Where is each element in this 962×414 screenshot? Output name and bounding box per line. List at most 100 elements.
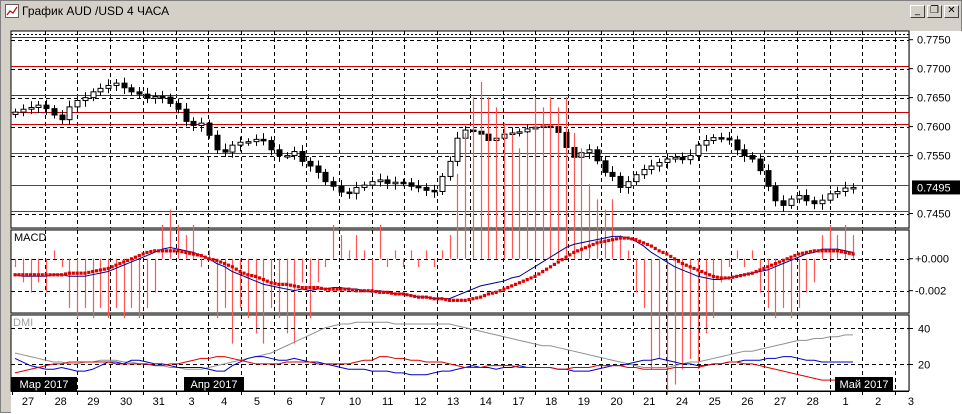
macd-signal-point <box>665 252 669 256</box>
macd-signal-point <box>510 284 514 288</box>
candle-body <box>703 140 710 146</box>
candle-body <box>229 144 236 153</box>
candle-body <box>190 120 197 126</box>
macd-signal-point <box>288 283 293 287</box>
candle-body <box>796 195 803 200</box>
time-tick-label: 10 <box>349 396 361 408</box>
macd-signal-point <box>444 297 448 302</box>
macd-signal-point <box>424 295 428 299</box>
candle-body <box>198 122 205 126</box>
candle-body <box>167 96 174 104</box>
macd-signal-point <box>607 238 611 243</box>
candle-body <box>35 104 42 108</box>
month-tag-label: Мар 2017 <box>19 379 68 391</box>
macd-signal-point <box>451 298 456 302</box>
time-tick-label: 19 <box>578 396 590 408</box>
macd-signal-point <box>56 273 60 277</box>
candle-body <box>431 189 438 193</box>
macd-signal-point <box>843 250 847 255</box>
candle-body <box>159 95 166 99</box>
macd-signal-point <box>48 273 52 277</box>
candle-body <box>524 128 531 133</box>
macd-signal-point <box>13 273 17 277</box>
macd-signal-point <box>642 241 646 245</box>
macd-signal-point <box>137 254 141 258</box>
macd-tick-label: -0.002 <box>915 286 946 298</box>
time-tick-label: 4 <box>221 396 227 408</box>
candle-body <box>765 170 772 187</box>
macd-signal-point <box>36 273 40 277</box>
macd-signal-point <box>199 254 203 258</box>
candle-body <box>516 131 523 134</box>
macd-signal-point <box>742 273 747 277</box>
time-tick-label: 30 <box>120 396 132 408</box>
time-tick-label: 26 <box>741 396 753 408</box>
candle-body <box>803 195 810 202</box>
macd-signal-point <box>610 238 615 242</box>
macd-signal-point <box>319 286 324 290</box>
macd-signal-point <box>52 273 56 277</box>
macd-signal-point <box>622 236 626 240</box>
macd-signal-point <box>475 296 479 300</box>
macd-signal-point <box>673 257 677 261</box>
price-tick-label: 0.7700 <box>917 64 951 76</box>
candle-body <box>369 181 376 186</box>
macd-signal-point <box>157 249 161 253</box>
macd-signal-point <box>300 285 304 290</box>
candle-body <box>648 165 655 170</box>
macd-signal-point <box>824 249 828 253</box>
price-tick-label: 0.7550 <box>917 151 951 163</box>
macd-title: MACD <box>14 232 46 244</box>
candle-body <box>43 104 50 110</box>
candle-body <box>144 93 151 99</box>
candle-body <box>214 134 221 151</box>
candle-body <box>291 151 298 157</box>
macd-signal-point <box>599 240 603 244</box>
month-tag-label: Апр 2017 <box>191 379 238 391</box>
macd-signal-point <box>226 263 231 267</box>
macd-signal-point <box>808 250 813 254</box>
candle-body <box>664 158 671 164</box>
macd-signal-point <box>281 282 285 286</box>
macd-signal-point <box>630 237 634 241</box>
macd-signal-point <box>781 258 785 263</box>
macd-signal-point <box>347 287 351 291</box>
macd-signal-point <box>731 275 735 279</box>
candle-body <box>757 158 764 172</box>
macd-signal-point <box>122 260 126 264</box>
candle-body <box>330 181 337 187</box>
macd-signal-point <box>25 273 29 277</box>
candle-body <box>346 191 353 195</box>
macd-signal-point <box>106 266 110 271</box>
candle-body <box>850 186 857 190</box>
macd-signal-point <box>568 253 572 257</box>
macd-signal-point <box>149 250 153 254</box>
macd-signal-point <box>312 285 316 290</box>
macd-signal-point <box>645 242 650 247</box>
time-tick-label: 27 <box>22 396 34 408</box>
time-tick-label: 3 <box>188 396 194 408</box>
macd-signal-point <box>832 249 836 253</box>
macd-signal-point <box>273 281 277 286</box>
macd-signal-point <box>98 268 103 272</box>
macd-signal-point <box>366 289 370 293</box>
candle-body <box>315 165 322 173</box>
candle-body <box>679 156 686 161</box>
macd-signal-point <box>172 249 176 253</box>
candle-body <box>594 149 601 162</box>
dmi-tick-label: 40 <box>918 324 930 336</box>
time-tick-label: 25 <box>709 396 721 408</box>
candle-body <box>842 187 849 192</box>
candle-body <box>276 149 283 157</box>
macd-signal-point <box>207 257 211 261</box>
macd-signal-point <box>785 257 789 261</box>
macd-signal-point <box>653 246 657 251</box>
macd-signal-point <box>448 298 452 302</box>
macd-signal-point <box>738 273 743 278</box>
macd-signal-point <box>758 268 762 272</box>
macd-signal-point <box>168 249 172 253</box>
candle-body <box>617 175 624 188</box>
macd-signal-point <box>79 271 83 275</box>
chart-area[interactable]: 0.7750 0.7700 0.7650 0.7600 0.7550 0.7450 0.74… <box>1 1 962 414</box>
macd-signal-point <box>308 285 312 290</box>
